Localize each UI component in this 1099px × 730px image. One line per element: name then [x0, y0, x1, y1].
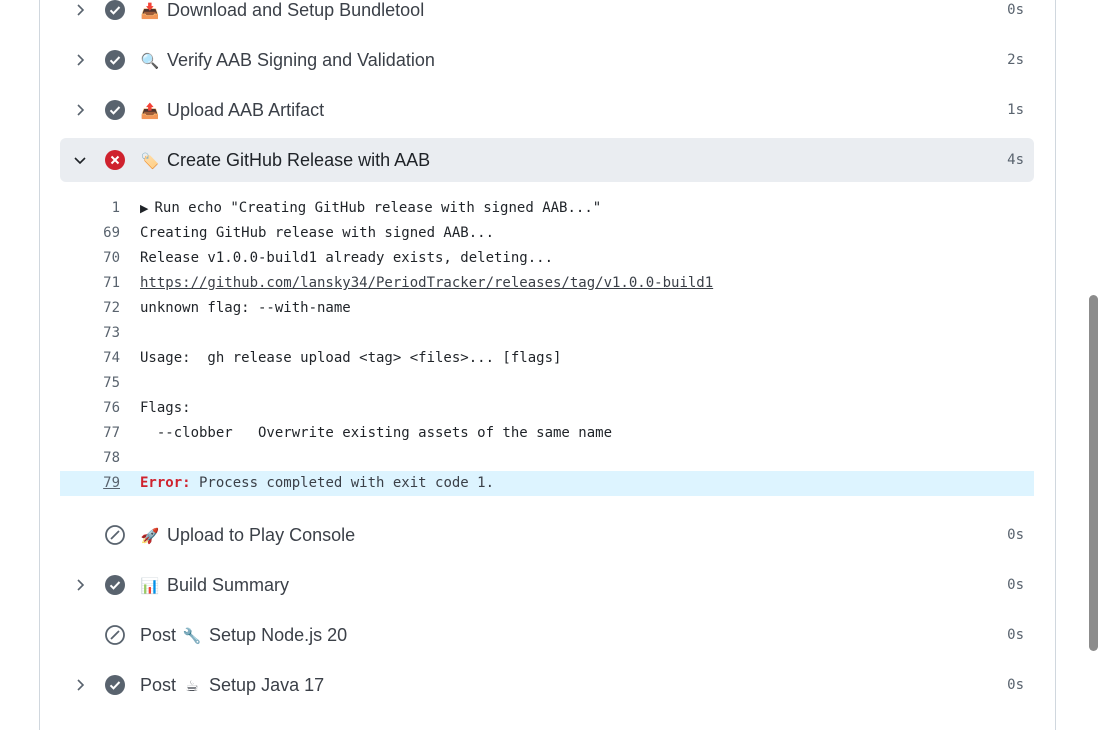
release-link[interactable]: https://github.com/lansky34/PeriodTracke…	[140, 275, 713, 291]
line-number[interactable]: 70	[60, 246, 120, 271]
step-duration: 0s	[1007, 627, 1024, 643]
chevron-right-icon[interactable]	[72, 575, 88, 595]
wrench-icon: 🔧	[182, 628, 202, 645]
step-duration: 0s	[1007, 527, 1024, 543]
error-message: Process completed with exit code 1.	[190, 475, 495, 491]
step-create-release[interactable]: 🏷️ Create GitHub Release with AAB 4s	[60, 138, 1034, 182]
step-title: 📊 Build Summary	[140, 563, 289, 607]
chevron-right-icon[interactable]	[72, 100, 88, 120]
step-duration: 0s	[1007, 2, 1024, 18]
success-check-icon	[104, 574, 126, 596]
label-tag-icon: 🏷️	[140, 153, 160, 170]
line-number[interactable]: 1	[60, 196, 120, 221]
step-download-bundletool[interactable]: 📥 Download and Setup Bundletool 0s	[60, 0, 1034, 32]
success-check-icon	[104, 0, 126, 21]
line-number[interactable]: 77	[60, 421, 120, 446]
line-number[interactable]: 72	[60, 296, 120, 321]
chevron-right-icon[interactable]	[72, 675, 88, 695]
log-line: 72 unknown flag: --with-name	[60, 296, 1034, 321]
step-duration: 0s	[1007, 677, 1024, 693]
log-line: 73	[60, 321, 1034, 346]
step-build-summary[interactable]: 📊 Build Summary 0s	[60, 563, 1034, 607]
log-line: 75	[60, 371, 1034, 396]
inbox-tray-icon: 📥	[140, 3, 160, 20]
success-check-icon	[104, 674, 126, 696]
log-line: 78	[60, 446, 1034, 471]
bar-chart-icon: 📊	[140, 578, 160, 595]
step-post-setup-java[interactable]: Post ☕ Setup Java 17 0s	[60, 663, 1034, 707]
log-line: 69 Creating GitHub release with signed AA…	[60, 221, 1034, 246]
step-title: 🔍 Verify AAB Signing and Validation	[140, 38, 435, 82]
expand-triangle-icon[interactable]: ▶	[140, 202, 148, 215]
step-upload-artifact[interactable]: 📤 Upload AAB Artifact 1s	[60, 88, 1034, 132]
scrollbar-thumb[interactable]	[1089, 295, 1098, 651]
success-check-icon	[104, 99, 126, 121]
step-duration: 4s	[1007, 152, 1024, 168]
step-verify-aab[interactable]: 🔍 Verify AAB Signing and Validation 2s	[60, 38, 1034, 82]
success-check-icon	[104, 49, 126, 71]
log-line: 77 --clobber Overwrite existing assets o…	[60, 421, 1034, 446]
scrollbar[interactable]	[1086, 0, 1099, 710]
line-number[interactable]: 75	[60, 371, 120, 396]
step-duration: 1s	[1007, 102, 1024, 118]
step-duration: 0s	[1007, 577, 1024, 593]
line-number[interactable]: 71	[60, 271, 120, 296]
line-number[interactable]: 69	[60, 221, 120, 246]
line-number[interactable]: 79	[60, 471, 120, 496]
line-number[interactable]: 78	[60, 446, 120, 471]
step-title: Post 🔧 Setup Node.js 20	[140, 613, 347, 657]
step-post-setup-node[interactable]: Post 🔧 Setup Node.js 20 0s	[60, 613, 1034, 657]
skipped-icon	[104, 524, 126, 546]
chevron-right-icon[interactable]	[72, 0, 88, 20]
log-line[interactable]: 1 ▶ Run echo "Creating GitHub release with…	[60, 196, 1034, 221]
line-number[interactable]: 73	[60, 321, 120, 346]
coffee-icon: ☕	[185, 678, 199, 695]
step-title: Post ☕ Setup Java 17	[140, 663, 324, 707]
failure-x-icon	[104, 149, 126, 171]
step-title: 📤 Upload AAB Artifact	[140, 88, 324, 132]
log-line: 76 Flags:	[60, 396, 1034, 421]
outbox-tray-icon: 📤	[140, 103, 160, 120]
magnifier-icon: 🔍	[140, 53, 160, 70]
step-title: 🚀 Upload to Play Console	[140, 513, 355, 557]
chevron-down-icon[interactable]	[72, 150, 88, 170]
step-duration: 2s	[1007, 52, 1024, 68]
skipped-icon	[104, 624, 126, 646]
line-number[interactable]: 76	[60, 396, 120, 421]
step-upload-play-console[interactable]: 🚀 Upload to Play Console 0s	[60, 513, 1034, 557]
line-number[interactable]: 74	[60, 346, 120, 371]
log-error-line: 79 Error: Process completed with exit cod…	[60, 471, 1034, 496]
step-log: 1 ▶ Run echo "Creating GitHub release with…	[60, 196, 1034, 496]
log-line: 70 Release v1.0.0-build1 already exists, …	[60, 246, 1034, 271]
chevron-right-icon[interactable]	[72, 50, 88, 70]
log-line: 74 Usage: gh release upload <tag> <files>…	[60, 346, 1034, 371]
step-title: 🏷️ Create GitHub Release with AAB	[140, 138, 430, 182]
log-line: 71 https://github.com/lansky34/PeriodTrac…	[60, 271, 1034, 296]
error-label: Error:	[140, 475, 191, 491]
rocket-icon: 🚀	[140, 528, 160, 545]
step-title: 📥 Download and Setup Bundletool	[140, 0, 425, 32]
